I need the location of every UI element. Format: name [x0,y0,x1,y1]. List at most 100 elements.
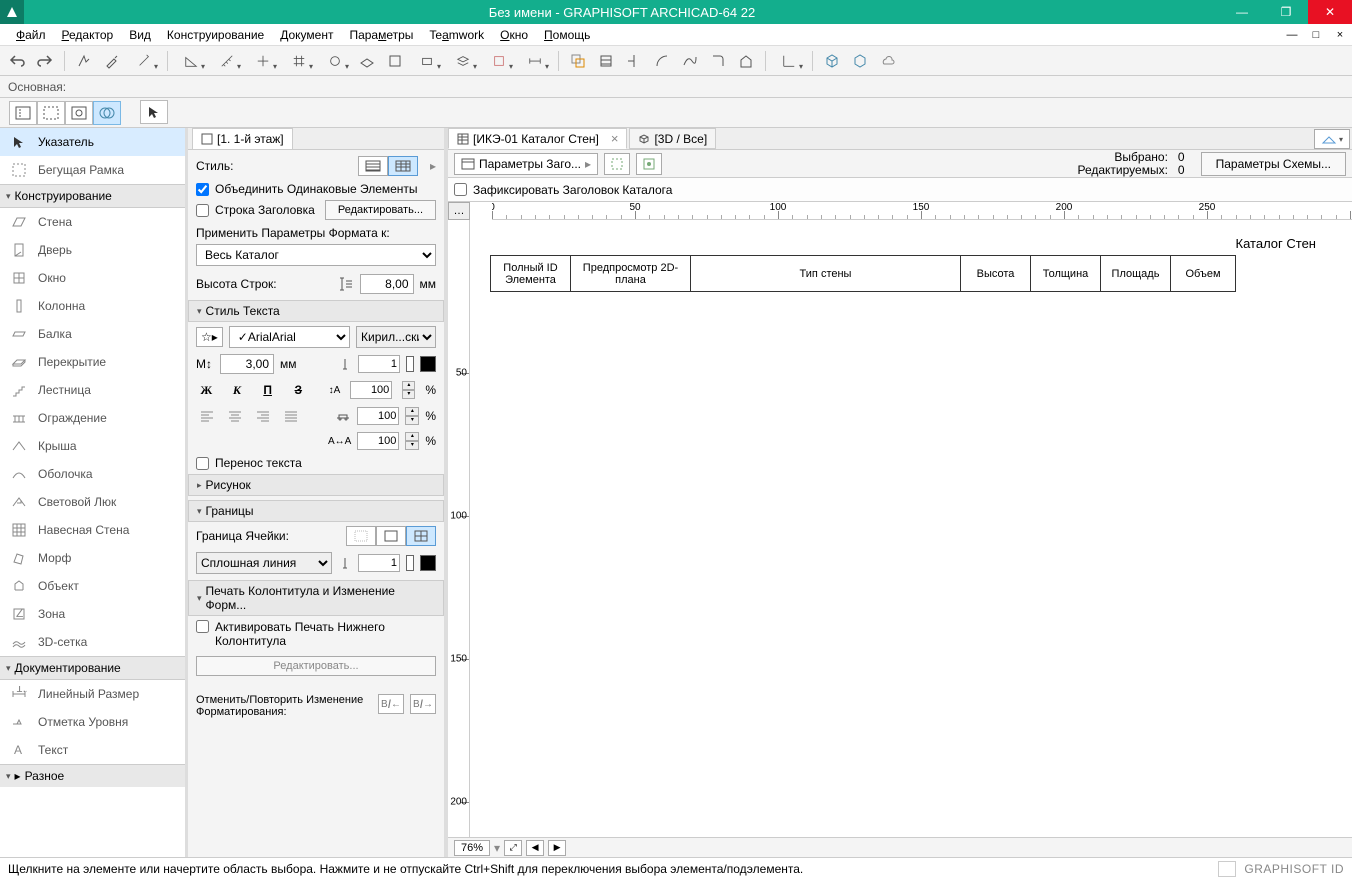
mdi-minimize[interactable]: — [1280,29,1304,41]
toolbox-slab[interactable]: Перекрытие [0,348,185,376]
maximize-button[interactable]: ❐ [1264,0,1308,24]
close-tab-icon[interactable]: × [611,131,619,146]
toolbox-window[interactable]: Окно [0,264,185,292]
select-matching-button[interactable] [604,153,630,175]
toolbox-marquee[interactable]: Бегущая Рамка [0,156,185,184]
spinner-1[interactable]: ▴▾ [402,381,415,399]
section-borders[interactable]: Границы [188,500,444,522]
scheme-settings-button[interactable]: Параметры Схемы... [1201,152,1346,176]
toolbox-shell[interactable]: Оболочка [0,460,185,488]
menu-params[interactable]: Параметры [341,26,421,44]
chevron-right-icon[interactable]: ▸ [430,159,436,173]
menu-teamwork[interactable]: Teamwork [421,26,492,44]
border-none-button[interactable] [346,526,376,546]
catalog-column-header[interactable]: Тип стены [691,256,961,292]
eyedropper-icon[interactable] [99,49,125,73]
layers-icon[interactable] [446,49,480,73]
menu-view[interactable]: Вид [121,26,159,44]
angle-icon[interactable] [174,49,208,73]
doc-tab-catalog[interactable]: [ИКЭ-01 Каталог Стен] × [448,128,627,149]
plane-icon[interactable] [354,49,380,73]
toolbox-door[interactable]: Дверь [0,236,185,264]
wand-icon[interactable] [127,49,161,73]
menu-help[interactable]: Помощь [536,26,598,44]
align-right-button[interactable] [252,406,274,426]
toolbox-pointer[interactable]: Указатель [0,128,185,156]
catalog-column-header[interactable]: Предпросмотр 2D-плана [571,256,691,292]
sel-method-2[interactable] [37,101,65,125]
header-params-button[interactable]: Параметры Заго... ▸ [454,153,598,175]
border-outline-button[interactable] [376,526,406,546]
line-type-select[interactable]: Сплошная линия [196,552,332,574]
activate-footer-checkbox[interactable] [196,620,209,633]
font-size-input[interactable] [220,354,274,374]
spacing2-input[interactable] [357,407,399,425]
arc-icon[interactable] [649,49,675,73]
spinner-2[interactable]: ▴▾ [405,407,419,425]
menu-file[interactable]: Файл [8,26,54,44]
sel-method-4[interactable] [93,101,121,125]
align-justify-button[interactable] [280,406,302,426]
apply-format-select[interactable]: Весь Каталог [196,244,436,266]
ruler-origin-button[interactable]: … [448,202,470,220]
style-grid2-button[interactable] [388,156,418,176]
align-left-button[interactable] [196,406,218,426]
script-select[interactable]: Кирил...ский [356,326,436,348]
trace-icon[interactable] [565,49,591,73]
catalog-column-header[interactable]: Объем [1171,256,1236,292]
merge-same-checkbox[interactable] [196,183,209,196]
tab-overview-button[interactable] [1314,129,1350,149]
style-grid1-button[interactable] [358,156,388,176]
spacing1-input[interactable] [350,381,392,399]
italic-button[interactable]: К [227,380,248,400]
section-icon[interactable] [382,49,408,73]
zoom-next-button[interactable]: ▶ [548,840,566,856]
header-row-checkbox[interactable] [196,204,209,217]
toolbox-wall[interactable]: Стена [0,208,185,236]
close-button[interactable]: ✕ [1308,0,1352,24]
redo-fmt-button[interactable]: BI→ [410,694,436,714]
spacing3-input[interactable] [357,432,399,450]
mdi-close[interactable]: × [1328,29,1352,41]
toolbox-skylight[interactable]: Световой Люк [0,488,185,516]
toolbox-stair[interactable]: Лестница [0,376,185,404]
cube2-icon[interactable] [847,49,873,73]
toolbox-mesh[interactable]: 3D-сетка [0,628,185,656]
pen-color-swatch[interactable] [420,356,436,372]
catalog-column-header[interactable]: Высота [961,256,1031,292]
toolbox-group-misc[interactable]: ▸ Разное [0,764,185,787]
zoom-display[interactable]: 76% [454,840,490,856]
cursor-arrow-icon[interactable] [140,100,168,124]
catalog-column-header[interactable]: Полный ID Элемента [491,256,571,292]
section-text-style[interactable]: Стиль Текста [188,300,444,322]
toolbox-dimension[interactable]: 1.2Линейный Размер [0,680,185,708]
layer-comb-icon[interactable] [593,49,619,73]
select-on-plan-button[interactable] [636,153,662,175]
catalog-column-header[interactable]: Площадь [1101,256,1171,292]
toolbox-level[interactable]: Отметка Уровня [0,708,185,736]
bold-button[interactable]: Ж [196,380,217,400]
status-network-icon[interactable] [1218,861,1236,877]
view-icon[interactable] [410,49,444,73]
toolbox-zone[interactable]: ZЗона [0,600,185,628]
home-icon[interactable] [733,49,759,73]
pen-number-input[interactable] [358,355,400,373]
pick-icon[interactable] [71,49,97,73]
menu-document[interactable]: Документ [272,26,341,44]
line-pen-color[interactable] [420,555,436,571]
zoom-fit-button[interactable]: ⤢ [504,840,522,856]
corner-t-icon[interactable] [621,49,647,73]
coord-icon[interactable] [772,49,806,73]
toolbox-group-construction[interactable]: Конструирование [0,184,185,208]
undo-icon[interactable] [4,49,30,73]
grid-icon[interactable] [282,49,316,73]
menu-window[interactable]: Окно [492,26,536,44]
document-canvas[interactable]: Каталог Стен Полный ID ЭлементаПредпросм… [470,220,1352,837]
zoom-prev-button[interactable]: ◀ [526,840,544,856]
sel-method-1[interactable] [9,101,37,125]
menu-editor[interactable]: Редактор [54,26,122,44]
wrap-text-checkbox[interactable] [196,457,209,470]
renovation-icon[interactable] [482,49,516,73]
toolbox-curtainwall[interactable]: Навесная Стена [0,516,185,544]
graphisoft-id-label[interactable]: GRAPHISOFT ID [1244,862,1344,876]
